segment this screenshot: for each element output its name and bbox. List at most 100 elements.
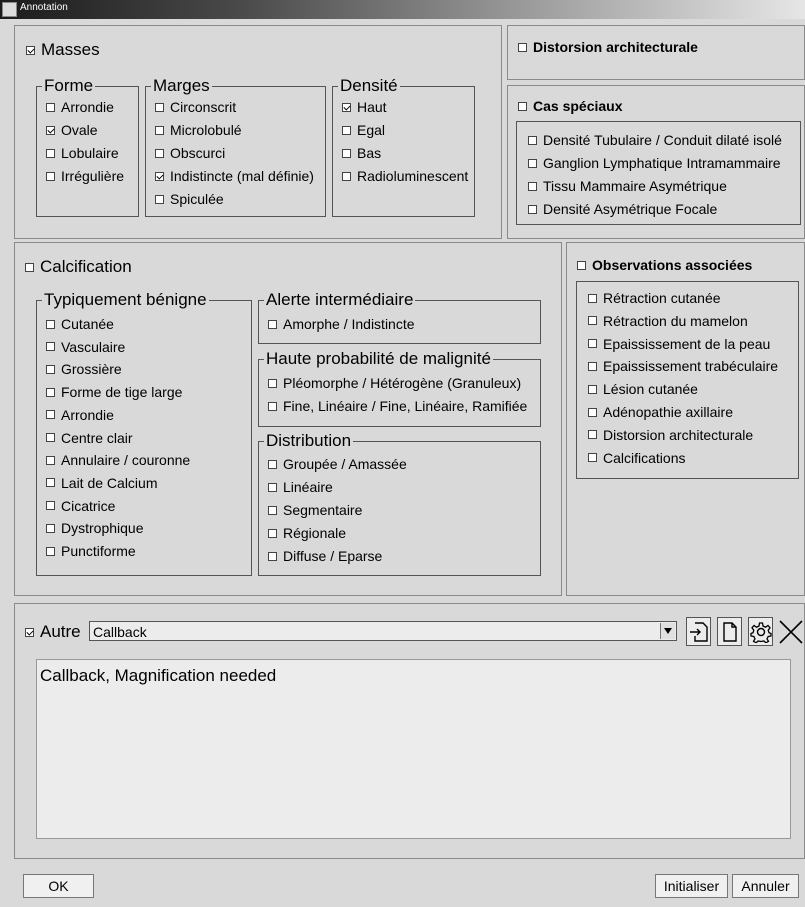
- checkbox-icon[interactable]: [268, 459, 277, 469]
- checkbox-icon[interactable]: [155, 125, 164, 135]
- checkbox-icon[interactable]: [588, 316, 597, 326]
- forme-checkbox-item[interactable]: Arrondie: [46, 99, 114, 115]
- densite-checkbox-item[interactable]: Egal: [342, 122, 385, 138]
- checkbox-icon[interactable]: [268, 401, 277, 411]
- checkbox-icon[interactable]: [46, 501, 55, 511]
- autre-check-icon[interactable]: [25, 627, 34, 637]
- checkbox-icon[interactable]: [588, 293, 597, 303]
- checkbox-icon[interactable]: [46, 523, 55, 533]
- checkbox-icon[interactable]: [155, 148, 164, 158]
- checkbox-icon[interactable]: [342, 102, 351, 112]
- checkbox-icon[interactable]: [268, 319, 277, 329]
- cas-speciaux-check-icon[interactable]: [518, 101, 527, 111]
- checkbox-icon[interactable]: [588, 339, 597, 349]
- checkbox-icon[interactable]: [46, 342, 55, 352]
- checkbox-icon[interactable]: [46, 148, 55, 158]
- benigne-checkbox-item[interactable]: Centre clair: [46, 430, 133, 446]
- checkbox-icon[interactable]: [342, 171, 351, 181]
- settings-button[interactable]: [748, 617, 773, 646]
- checkbox-icon[interactable]: [46, 387, 55, 397]
- checkbox-icon[interactable]: [268, 528, 277, 538]
- benigne-checkbox-item[interactable]: Punctiforme: [46, 543, 136, 559]
- autre-select[interactable]: Callback: [89, 621, 677, 641]
- checkbox-icon[interactable]: [268, 378, 277, 388]
- checkbox-icon[interactable]: [528, 158, 537, 168]
- close-button[interactable]: [777, 617, 804, 646]
- densite-checkbox-item[interactable]: Radioluminescent: [342, 168, 468, 184]
- marges-checkbox-item[interactable]: Indistincte (mal définie): [155, 168, 314, 184]
- distorsion-check-icon[interactable]: [518, 42, 527, 52]
- haute-checkbox-item[interactable]: Fine, Linéaire / Fine, Linéaire, Ramifié…: [268, 398, 527, 414]
- checkbox-icon[interactable]: [588, 453, 597, 463]
- benigne-checkbox-item[interactable]: Vasculaire: [46, 339, 125, 355]
- cas-speciaux-checkbox-item[interactable]: Densité Asymétrique Focale: [528, 201, 717, 217]
- forme-checkbox-item[interactable]: Ovale: [46, 122, 98, 138]
- observations-checkbox[interactable]: Observations associées: [577, 257, 752, 273]
- checkbox-icon[interactable]: [46, 364, 55, 374]
- distribution-checkbox-item[interactable]: Segmentaire: [268, 502, 362, 518]
- observations-checkbox-item[interactable]: Rétraction cutanée: [588, 290, 721, 306]
- ok-button[interactable]: OK: [23, 874, 94, 898]
- benigne-checkbox-item[interactable]: Lait de Calcium: [46, 475, 158, 491]
- checkbox-icon[interactable]: [155, 171, 164, 181]
- checkbox-icon[interactable]: [155, 194, 164, 204]
- marges-checkbox-item[interactable]: Obscurci: [155, 145, 225, 161]
- checkbox-icon[interactable]: [46, 171, 55, 181]
- checkbox-icon[interactable]: [46, 546, 55, 556]
- new-document-button[interactable]: [717, 617, 742, 646]
- densite-checkbox-item[interactable]: Bas: [342, 145, 381, 161]
- checkbox-icon[interactable]: [268, 551, 277, 561]
- calcification-check-icon[interactable]: [25, 262, 34, 272]
- observations-checkbox-item[interactable]: Distorsion architecturale: [588, 427, 753, 443]
- checkbox-icon[interactable]: [588, 407, 597, 417]
- autre-textarea[interactable]: Callback, Magnification needed: [36, 659, 791, 839]
- checkbox-icon[interactable]: [46, 319, 55, 329]
- checkbox-icon[interactable]: [46, 433, 55, 442]
- masses-checkbox[interactable]: Masses: [26, 40, 100, 60]
- checkbox-icon[interactable]: [46, 455, 55, 465]
- checkbox-icon[interactable]: [46, 410, 55, 420]
- benigne-checkbox-item[interactable]: Grossière: [46, 361, 122, 377]
- autre-checkbox[interactable]: Autre: [25, 622, 81, 642]
- checkbox-icon[interactable]: [588, 430, 597, 440]
- annuler-button[interactable]: Annuler: [732, 874, 799, 898]
- initialiser-button[interactable]: Initialiser: [655, 874, 728, 898]
- observations-checkbox-item[interactable]: Lésion cutanée: [588, 381, 698, 397]
- observations-checkbox-item[interactable]: Epaississement de la peau: [588, 336, 770, 352]
- distribution-checkbox-item[interactable]: Régionale: [268, 525, 346, 541]
- checkbox-icon[interactable]: [268, 505, 277, 515]
- checkbox-icon[interactable]: [342, 148, 351, 158]
- checkbox-icon[interactable]: [528, 204, 537, 214]
- masses-check-icon[interactable]: [26, 45, 35, 55]
- benigne-checkbox-item[interactable]: Arrondie: [46, 407, 114, 423]
- import-button[interactable]: [686, 617, 711, 646]
- benigne-checkbox-item[interactable]: Cutanée: [46, 316, 114, 332]
- marges-checkbox-item[interactable]: Spiculée: [155, 191, 224, 207]
- benigne-checkbox-item[interactable]: Dystrophique: [46, 520, 144, 536]
- distribution-checkbox-item[interactable]: Groupée / Amassée: [268, 456, 407, 472]
- observations-checkbox-item[interactable]: Adénopathie axillaire: [588, 404, 733, 420]
- chevron-down-icon[interactable]: [660, 623, 675, 639]
- checkbox-icon[interactable]: [528, 181, 537, 191]
- cas-speciaux-checkbox-item[interactable]: Tissu Mammaire Asymétrique: [528, 178, 727, 194]
- observations-check-icon[interactable]: [577, 260, 586, 270]
- checkbox-icon[interactable]: [588, 384, 597, 394]
- haute-checkbox-item[interactable]: Pléomorphe / Hétérogène (Granuleux): [268, 375, 521, 391]
- checkbox-icon[interactable]: [46, 478, 55, 488]
- checkbox-icon[interactable]: [268, 482, 277, 492]
- distorsion-checkbox[interactable]: Distorsion architecturale: [518, 39, 698, 55]
- checkbox-icon[interactable]: [588, 361, 597, 371]
- observations-checkbox-item[interactable]: Calcifications: [588, 450, 685, 466]
- checkbox-icon[interactable]: [528, 135, 537, 145]
- benigne-checkbox-item[interactable]: Forme de tige large: [46, 384, 182, 400]
- observations-checkbox-item[interactable]: Epaississement trabéculaire: [588, 358, 778, 374]
- marges-checkbox-item[interactable]: Microlobulé: [155, 122, 242, 138]
- observations-checkbox-item[interactable]: Rétraction du mamelon: [588, 313, 748, 329]
- calcification-checkbox[interactable]: Calcification: [25, 257, 132, 277]
- densite-checkbox-item[interactable]: Haut: [342, 99, 387, 115]
- checkbox-icon[interactable]: [46, 102, 55, 112]
- distribution-checkbox-item[interactable]: Linéaire: [268, 479, 333, 495]
- cas-speciaux-checkbox[interactable]: Cas spéciaux: [518, 98, 623, 114]
- intermediaire-checkbox-item[interactable]: Amorphe / Indistincte: [268, 316, 415, 332]
- checkbox-icon[interactable]: [46, 125, 55, 135]
